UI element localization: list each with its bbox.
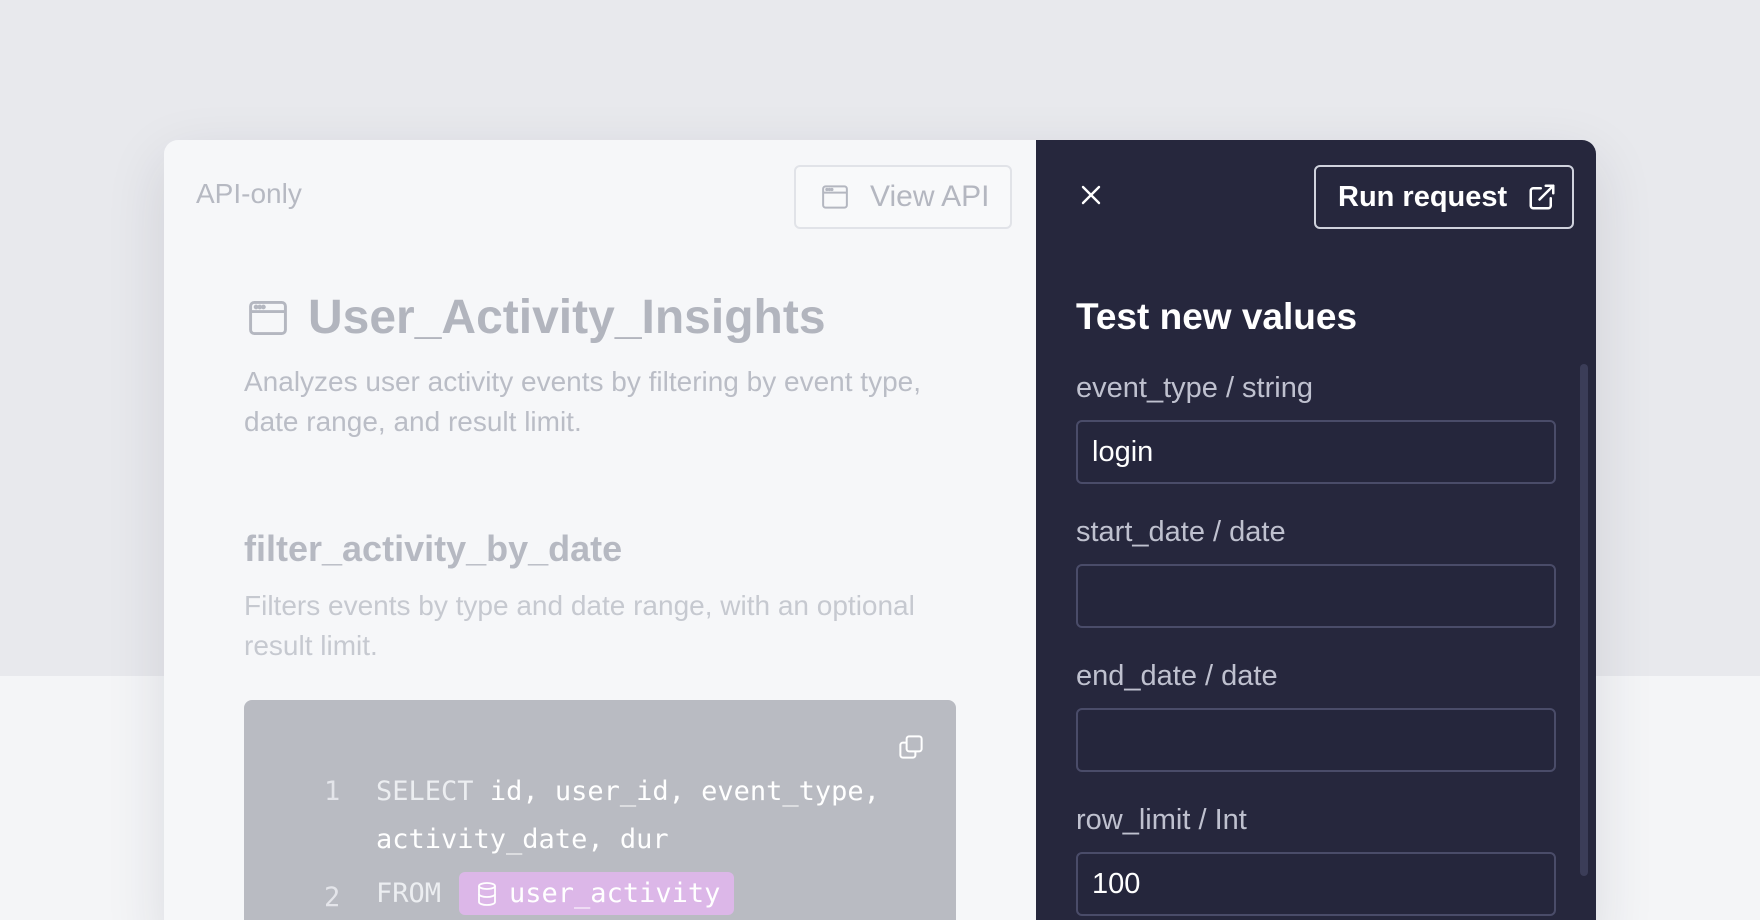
test-values-panel: Run request Test new values event_type /… [1036, 140, 1596, 920]
browser-window-icon [249, 300, 287, 335]
panel-title: Test new values [1076, 296, 1358, 337]
api-card: API-only View API User_Activity_Insights… [164, 140, 1596, 920]
end-date-input[interactable] [1076, 708, 1556, 772]
external-link-icon [1529, 184, 1555, 210]
line-number: 2 [324, 882, 341, 913]
browser-window-icon [822, 185, 848, 209]
table-reference-chip[interactable]: user_activity [459, 872, 735, 915]
run-request-button[interactable]: Run request [1314, 165, 1574, 229]
sql-keyword: SELECT [376, 776, 474, 807]
sql-code-block: 1 SELECT id, user_id, event_type, activi… [244, 700, 956, 920]
view-api-button[interactable]: View API [794, 165, 1012, 229]
code-line: FROM user_activity [376, 872, 735, 915]
api-only-label: API-only [196, 178, 302, 209]
endpoint-docs-panel: API-only View API User_Activity_Insights… [164, 140, 1036, 920]
event-type-input[interactable] [1076, 420, 1556, 484]
code-line: SELECT id, user_id, event_type, activity… [376, 768, 916, 864]
copy-icon[interactable] [896, 732, 926, 762]
table-name: user_activity [509, 878, 721, 909]
run-request-label: Run request [1338, 180, 1508, 213]
endpoint-title-row: User_Activity_Insights [246, 290, 826, 345]
panel-scrollbar[interactable] [1580, 364, 1588, 876]
endpoint-description: Analyzes user activity events by filteri… [244, 366, 921, 437]
page-title: User_Activity_Insights [308, 291, 826, 344]
close-icon [1081, 185, 1101, 205]
field-label-start-date: start_date / date [1076, 516, 1286, 548]
node-description: Filters events by type and date range, w… [244, 590, 915, 661]
sql-keyword: FROM [376, 878, 442, 909]
line-number: 1 [324, 776, 341, 807]
node-title: filter_activity_by_date [244, 528, 623, 569]
field-label-end-date: end_date / date [1076, 660, 1278, 692]
field-label-row-limit: row_limit / Int [1076, 804, 1247, 836]
start-date-input[interactable] [1076, 564, 1556, 628]
close-button[interactable] [1076, 180, 1106, 210]
field-label-event-type: event_type / string [1076, 372, 1313, 404]
database-icon [478, 881, 496, 906]
row-limit-input[interactable] [1076, 852, 1556, 916]
view-api-label: View API [870, 180, 990, 213]
